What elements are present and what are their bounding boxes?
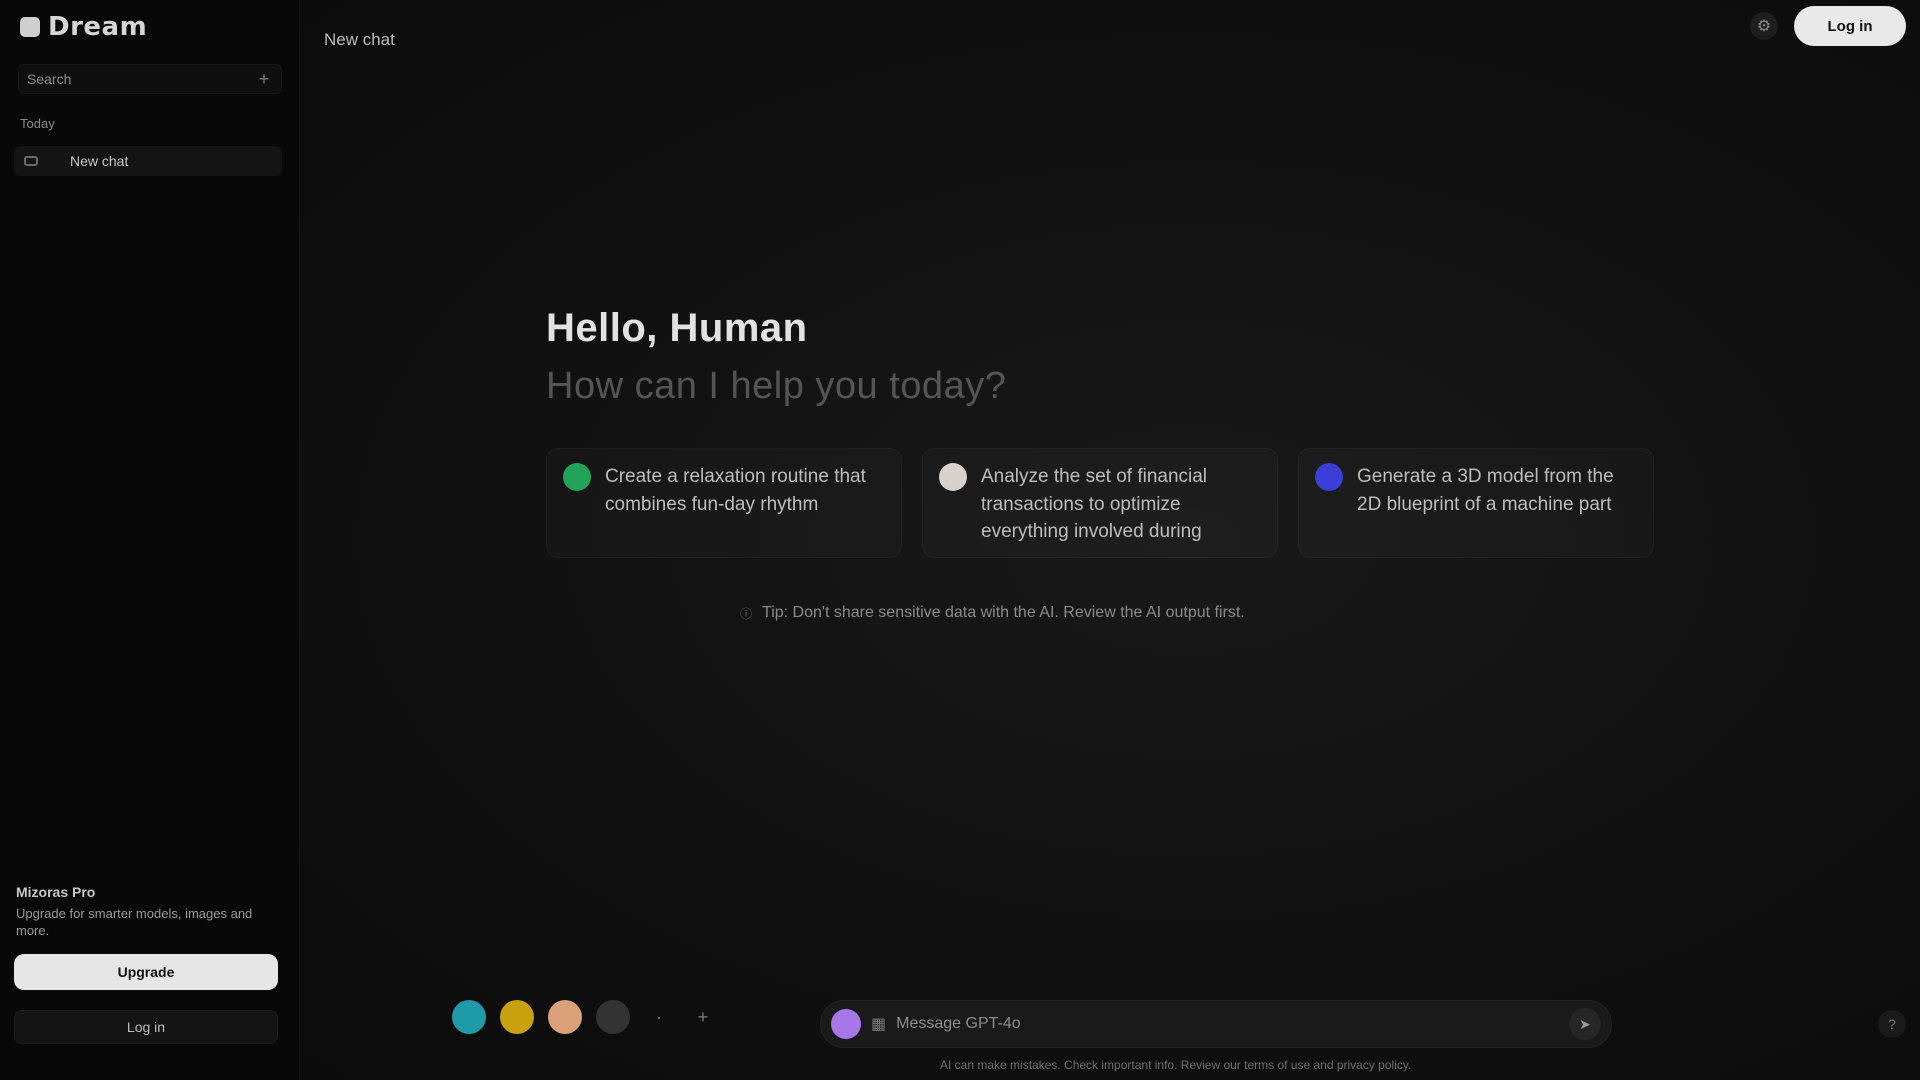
tip-line: ⓘ Tip: Don't share sensitive data with t… — [740, 604, 1245, 622]
upgrade-button[interactable]: Upgrade — [14, 954, 278, 990]
top-right-controls: ⚙ Log in — [1750, 6, 1906, 46]
hero: Hello, Human How can I help you today? — [546, 306, 1006, 408]
upgrade-title: Mizoras Pro — [16, 884, 96, 900]
sidebar-chat-item[interactable]: New chat — [14, 146, 282, 176]
chat-bubble-icon — [24, 156, 38, 166]
model-avatar-1[interactable] — [452, 1000, 486, 1034]
app: Dream + Today New chat Mizoras Pro Upgra… — [0, 0, 1920, 1080]
suggestion-card[interactable]: Analyze the set of financial transaction… — [922, 448, 1278, 558]
more-models-icon[interactable]: · — [644, 1007, 674, 1028]
model-avatar-3[interactable] — [548, 1000, 582, 1034]
suggestion-cards: Create a relaxation routine that combine… — [546, 448, 1654, 558]
suggestion-text: Generate a 3D model from the 2D blueprin… — [1357, 466, 1614, 515]
login-button[interactable]: Log in — [1794, 6, 1906, 46]
send-button[interactable]: ➤ — [1569, 1008, 1601, 1040]
help-icon[interactable]: ? — [1878, 1010, 1906, 1038]
chat-item-label: New chat — [70, 153, 129, 169]
tip-text: Tip: Don't share sensitive data with the… — [762, 604, 1245, 621]
suggestion-card[interactable]: Create a relaxation routine that combine… — [546, 448, 902, 558]
suggestion-icon — [563, 463, 591, 491]
search-bar: + — [18, 64, 282, 94]
model-avatar-2[interactable] — [500, 1000, 534, 1034]
model-selector: · + — [452, 1000, 718, 1034]
sidebar: Dream + Today New chat Mizoras Pro Upgra… — [0, 0, 300, 1080]
brand-logo[interactable]: Dream — [20, 12, 147, 42]
upgrade-panel: Mizoras Pro Upgrade for smarter models, … — [16, 884, 284, 940]
assistant-avatar[interactable] — [831, 1009, 861, 1039]
suggestion-icon — [1315, 463, 1343, 491]
suggestion-icon — [939, 463, 967, 491]
attach-icon[interactable]: ▦ — [871, 1014, 886, 1034]
disclaimer-text: AI can make mistakes. Check important in… — [940, 1058, 1412, 1072]
brand-name: Dream — [48, 12, 148, 42]
search-input[interactable] — [27, 71, 237, 87]
model-avatar-4[interactable] — [596, 1000, 630, 1034]
info-icon: ⓘ — [740, 606, 753, 621]
section-label-today: Today — [20, 116, 55, 131]
page-title: New chat — [324, 30, 395, 49]
message-input[interactable] — [896, 1015, 1559, 1033]
settings-icon[interactable]: ⚙ — [1750, 12, 1778, 40]
greeting-heading: Hello, Human — [546, 306, 808, 350]
message-composer: ▦ ➤ — [820, 1000, 1612, 1048]
main-area: New chat ⚙ Log in Hello, Human How can I… — [300, 0, 1920, 1080]
upgrade-description: Upgrade for smarter models, images and m… — [16, 906, 253, 938]
suggestion-card[interactable]: Generate a 3D model from the 2D blueprin… — [1298, 448, 1654, 558]
logo-icon — [20, 17, 40, 37]
suggestion-text: Analyze the set of financial transaction… — [981, 466, 1208, 543]
suggestion-text: Create a relaxation routine that combine… — [605, 466, 866, 515]
sidebar-login-button[interactable]: Log in — [14, 1010, 278, 1044]
add-model-icon[interactable]: + — [688, 1007, 718, 1028]
greeting-subheading: How can I help you today? — [546, 365, 1007, 407]
plus-icon[interactable]: + — [255, 70, 273, 88]
